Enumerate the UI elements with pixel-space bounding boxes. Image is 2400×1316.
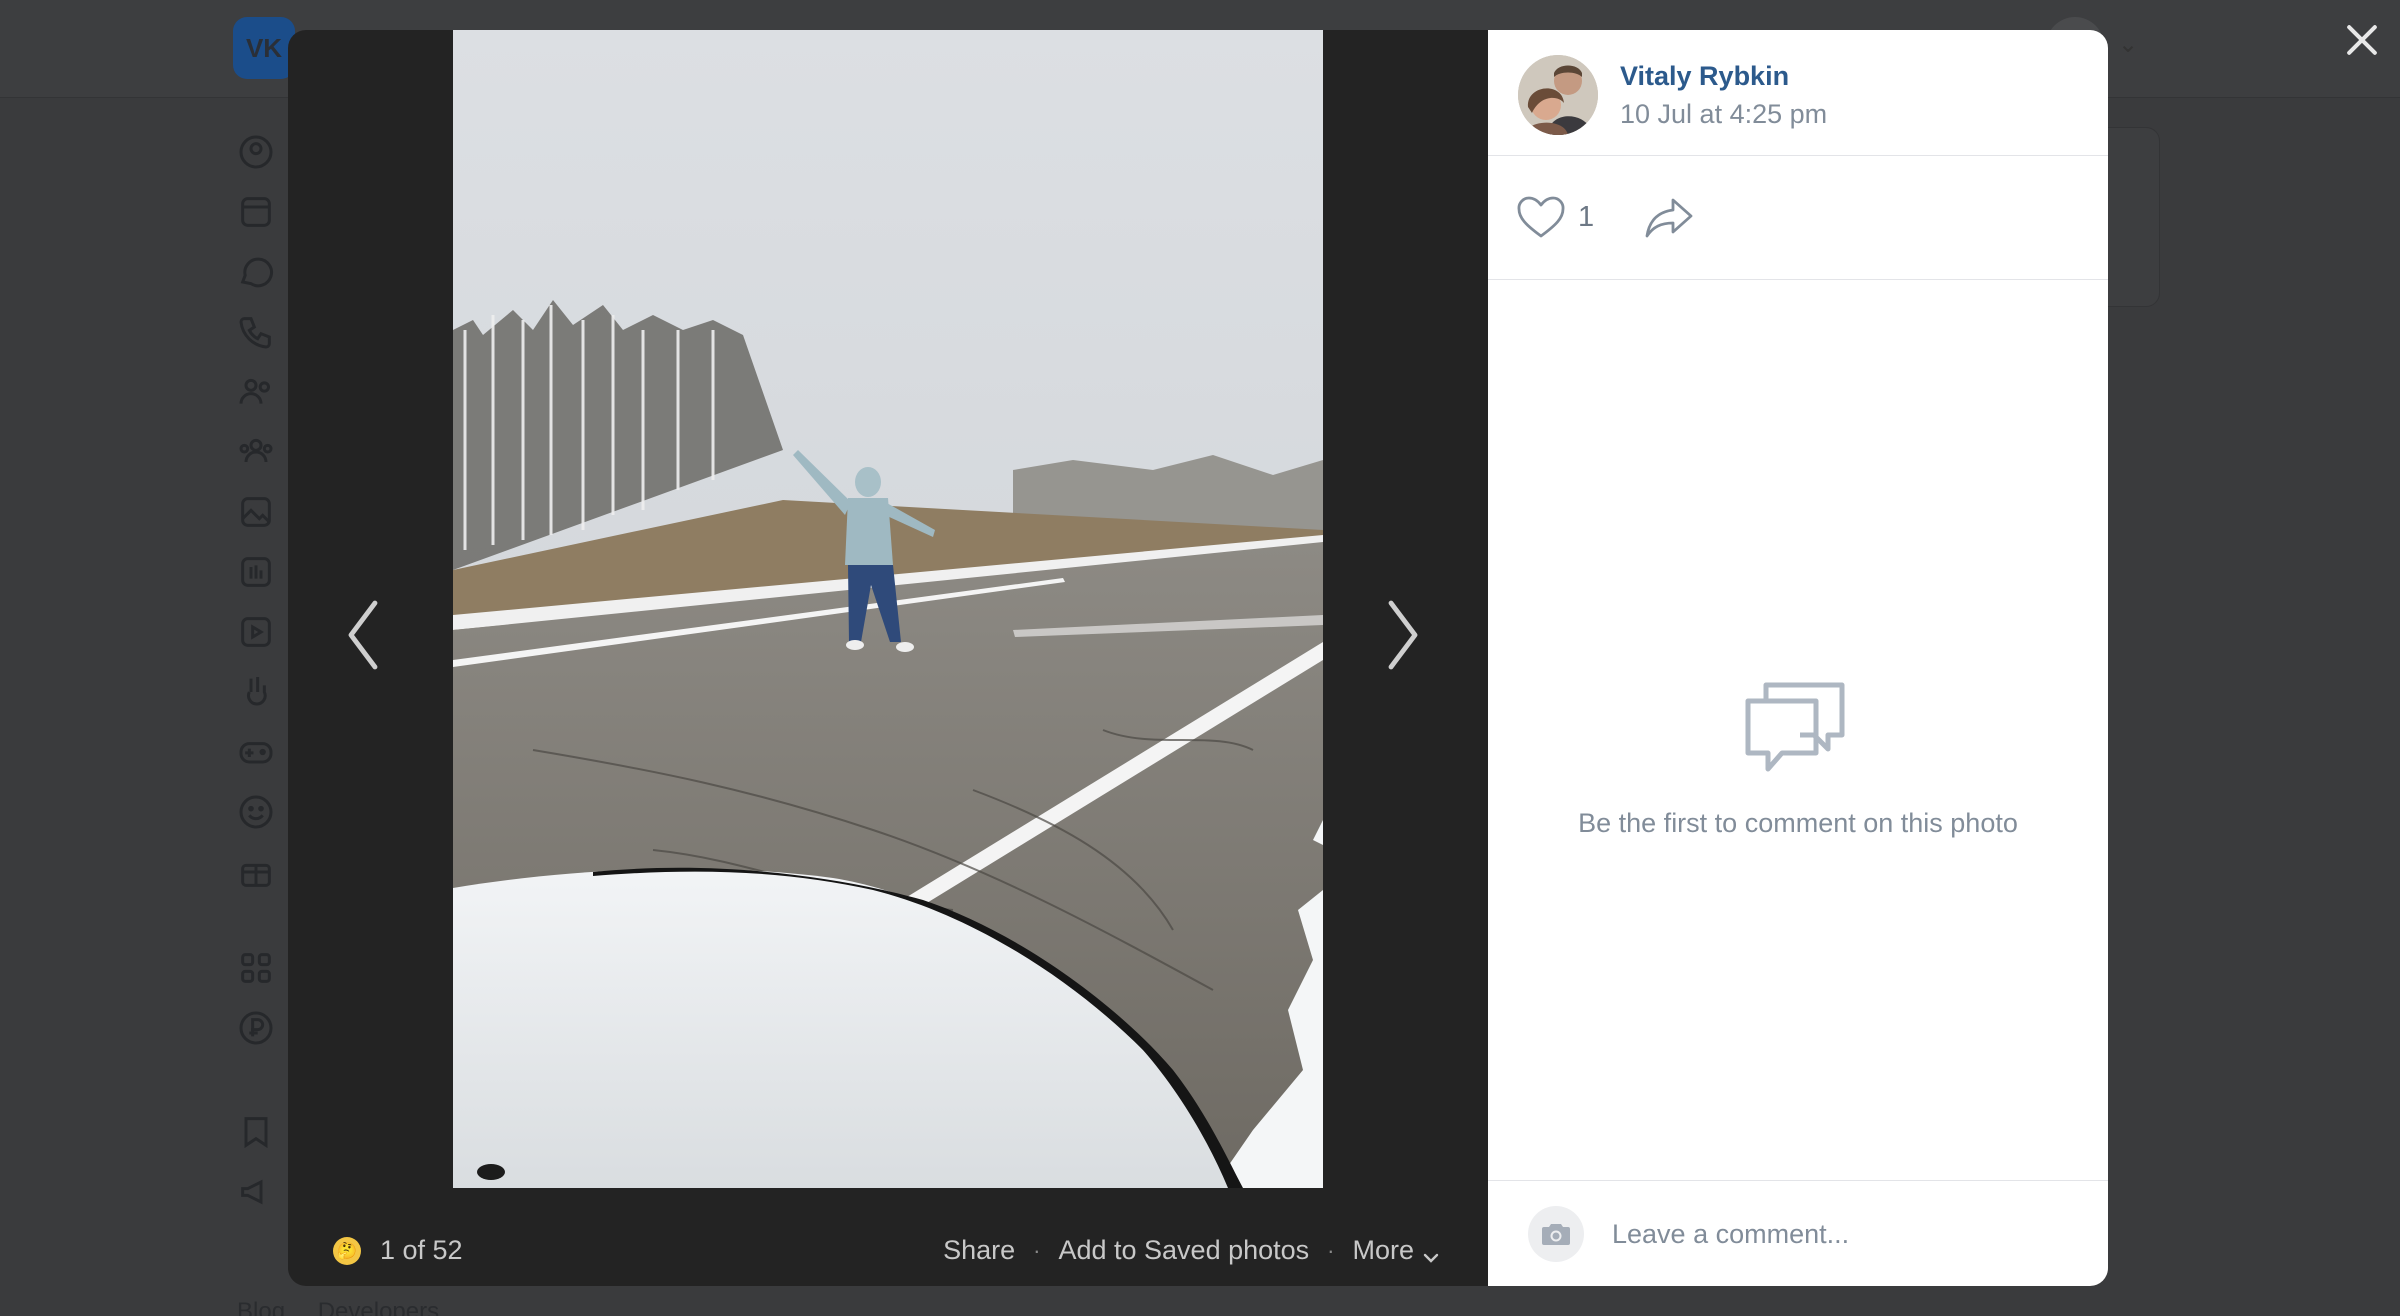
photo-viewer: 🤔 1 of 52 Share · Add to Saved photos · … bbox=[288, 30, 2108, 1286]
like-count: 1 bbox=[1578, 200, 1595, 233]
chevron-down-icon bbox=[1422, 1243, 1440, 1263]
author-name-link[interactable]: Vitaly Rybkin bbox=[1620, 61, 1789, 92]
post-date[interactable]: 10 Jul at 4:25 pm bbox=[1620, 99, 1827, 130]
vk-pay-icon bbox=[236, 1008, 276, 1048]
photo-actions: Share · Add to Saved photos · More bbox=[943, 1235, 1440, 1266]
photo-counter: 1 of 52 bbox=[380, 1235, 463, 1265]
vk-logo: VK bbox=[233, 17, 295, 79]
news-icon bbox=[236, 192, 276, 232]
messenger-icon bbox=[236, 252, 276, 292]
camera-icon[interactable] bbox=[1528, 1206, 1584, 1262]
separator: · bbox=[1327, 1237, 1335, 1263]
more-label: More bbox=[1352, 1235, 1414, 1265]
author-header: Vitaly Rybkin 10 Jul at 4:25 pm bbox=[1488, 30, 2108, 156]
footer-link-blog[interactable]: Blog bbox=[237, 1298, 285, 1316]
close-icon[interactable] bbox=[2340, 18, 2384, 62]
clips-icon bbox=[236, 672, 276, 712]
calls-icon bbox=[236, 312, 276, 352]
photo[interactable] bbox=[453, 30, 1323, 1188]
share-icon[interactable] bbox=[1643, 194, 1695, 240]
comment-input[interactable] bbox=[1612, 1207, 2082, 1261]
save-to-photos-button[interactable]: Add to Saved photos bbox=[1058, 1235, 1309, 1266]
next-photo-icon[interactable] bbox=[1373, 595, 1433, 675]
chevron-down-icon: ⌄ bbox=[2118, 31, 2139, 58]
like-button[interactable]: 1 bbox=[1516, 194, 1594, 240]
profile-icon bbox=[236, 132, 276, 172]
bookmarks-icon bbox=[236, 1112, 276, 1152]
stickers-icon bbox=[236, 792, 276, 832]
reactions-bar: 1 bbox=[1488, 156, 2108, 280]
comment-composer bbox=[1488, 1180, 2108, 1286]
footer-link-developers[interactable]: Developers bbox=[318, 1298, 439, 1316]
background-footer: Blog Developers bbox=[237, 1298, 465, 1316]
comments-empty-state: Be the first to comment on this photo bbox=[1488, 280, 2108, 1210]
reaction-emoji[interactable]: 🤔 bbox=[333, 1237, 361, 1265]
gifts-icon bbox=[236, 852, 276, 892]
share-button[interactable]: Share bbox=[943, 1235, 1015, 1266]
empty-comments-text: Be the first to comment on this photo bbox=[1578, 808, 2018, 838]
games-icon bbox=[236, 732, 276, 772]
photo-stage: 🤔 1 of 52 Share · Add to Saved photos · … bbox=[288, 30, 1488, 1286]
avatar[interactable] bbox=[1518, 55, 1598, 135]
prev-photo-icon[interactable] bbox=[333, 595, 393, 675]
separator: · bbox=[1033, 1237, 1041, 1263]
more-button[interactable]: More bbox=[1352, 1235, 1440, 1266]
comments-icon bbox=[1742, 675, 1850, 775]
photo-side-panel: Vitaly Rybkin 10 Jul at 4:25 pm 1 Be the… bbox=[1488, 30, 2108, 1286]
heart-icon bbox=[1517, 196, 1565, 238]
communities-icon bbox=[236, 432, 276, 472]
music-icon bbox=[236, 552, 276, 592]
videos-icon bbox=[236, 612, 276, 652]
apps-icon bbox=[236, 948, 276, 988]
friends-icon bbox=[236, 372, 276, 412]
photos-icon bbox=[236, 492, 276, 532]
ads-icon bbox=[236, 1172, 276, 1212]
